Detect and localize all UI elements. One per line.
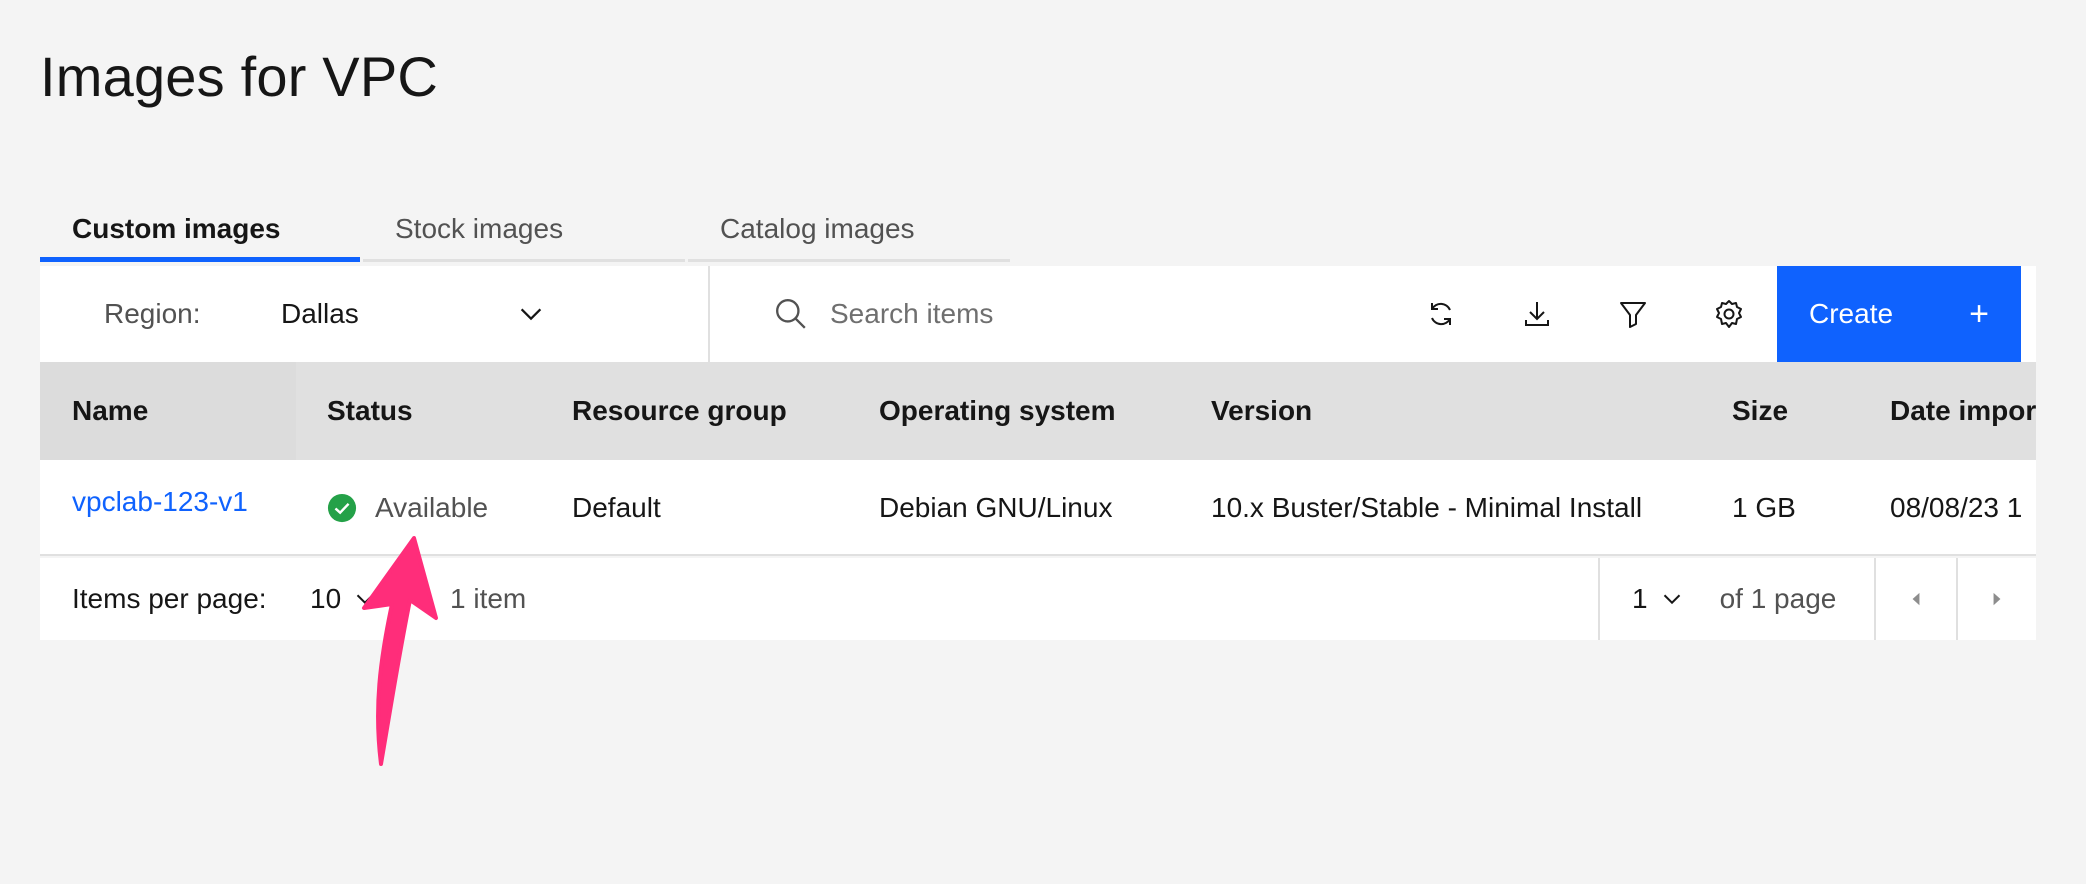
tab-label: Catalog images [720, 213, 915, 244]
create-button[interactable]: Create + [1777, 266, 2021, 362]
checkmark-filled-icon [327, 493, 357, 523]
header-size[interactable]: Size [1732, 362, 1788, 460]
page-title: Images for VPC [40, 45, 439, 108]
create-label: Create [1809, 298, 1894, 329]
page-total: of 1 page [1719, 583, 1837, 614]
refresh-button[interactable] [1393, 266, 1489, 362]
tab-custom-images[interactable]: Custom images [40, 196, 360, 262]
os-cell: Debian GNU/Linux [879, 492, 1113, 523]
settings-button[interactable] [1681, 266, 1777, 362]
header-status[interactable]: Status [327, 362, 413, 460]
images-table: Name Status Resource group Operating sys… [40, 362, 2036, 556]
table-row[interactable]: vpclab-123-v1 Available Default Debian G… [40, 460, 2036, 556]
tab-list: Custom images Stock images Catalog image… [40, 196, 1010, 262]
previous-page-button[interactable] [1876, 558, 1956, 640]
header-operating-system[interactable]: Operating system [879, 362, 1116, 460]
tab-label: Stock images [395, 213, 564, 244]
region-label: Region: [104, 298, 201, 329]
header-date-imported[interactable]: Date imported [1890, 362, 2036, 460]
status-cell: Available [327, 460, 488, 556]
version-cell: 10.x Buster/Stable - Minimal Install [1211, 492, 1643, 523]
tab-catalog-images[interactable]: Catalog images [688, 196, 1010, 262]
toolbar: Region: Dallas Search items Create + [40, 266, 2036, 362]
page-select[interactable]: 1 of 1 page [1600, 558, 1876, 640]
download-button[interactable] [1489, 266, 1585, 362]
header-version[interactable]: Version [1211, 362, 1312, 460]
page-number: 1 [1632, 583, 1648, 614]
search-icon [776, 299, 806, 329]
item-count: 1 item [450, 583, 527, 614]
search-bar [710, 266, 1393, 362]
image-name-link[interactable]: vpclab-123-v1 [72, 454, 248, 550]
region-value[interactable]: Dallas [281, 298, 359, 330]
tab-underline [688, 259, 1010, 262]
chevron-down-icon[interactable] [516, 299, 546, 329]
tab-underline [363, 259, 685, 262]
download-icon [1525, 302, 1549, 326]
tab-stock-images[interactable]: Stock images [363, 196, 685, 262]
size-cell: 1 GB [1732, 492, 1796, 523]
date-imported-cell: 08/08/23 1 [1890, 492, 2023, 523]
table-header: Name Status Resource group Operating sys… [40, 362, 2036, 460]
page: Images for VPC Custom images Stock image… [0, 0, 2086, 884]
items-per-page-value: 10 [310, 583, 342, 614]
chevron-down-icon [356, 594, 374, 605]
items-per-page-label: Items per page: [72, 583, 267, 614]
resource-group-cell: Default [572, 492, 661, 523]
tab-label: Custom images [72, 213, 281, 244]
header-name[interactable]: Name [72, 362, 148, 460]
next-page-button[interactable] [1956, 558, 2036, 640]
pagination: Items per page: 10 1 item 1 of 1 page [40, 558, 2036, 640]
caret-left-icon [1912, 592, 1920, 606]
page-controls: 1 of 1 page [1598, 558, 2036, 640]
chevron-down-icon [1663, 594, 1680, 605]
filter-button[interactable] [1585, 266, 1681, 362]
header-resource-group[interactable]: Resource group [572, 362, 787, 460]
region-dropdown[interactable]: Region: Dallas [40, 266, 710, 362]
refresh-icon [1431, 302, 1451, 326]
status-text: Available [375, 492, 489, 523]
items-per-page-select[interactable]: 10 [310, 558, 377, 640]
caret-right-icon [1993, 592, 2001, 606]
settings-icon [1716, 300, 1742, 328]
filter-icon [1620, 302, 1646, 328]
tab-underline [40, 257, 360, 262]
search-input[interactable] [830, 288, 1350, 340]
plus-icon: + [1969, 294, 1989, 333]
